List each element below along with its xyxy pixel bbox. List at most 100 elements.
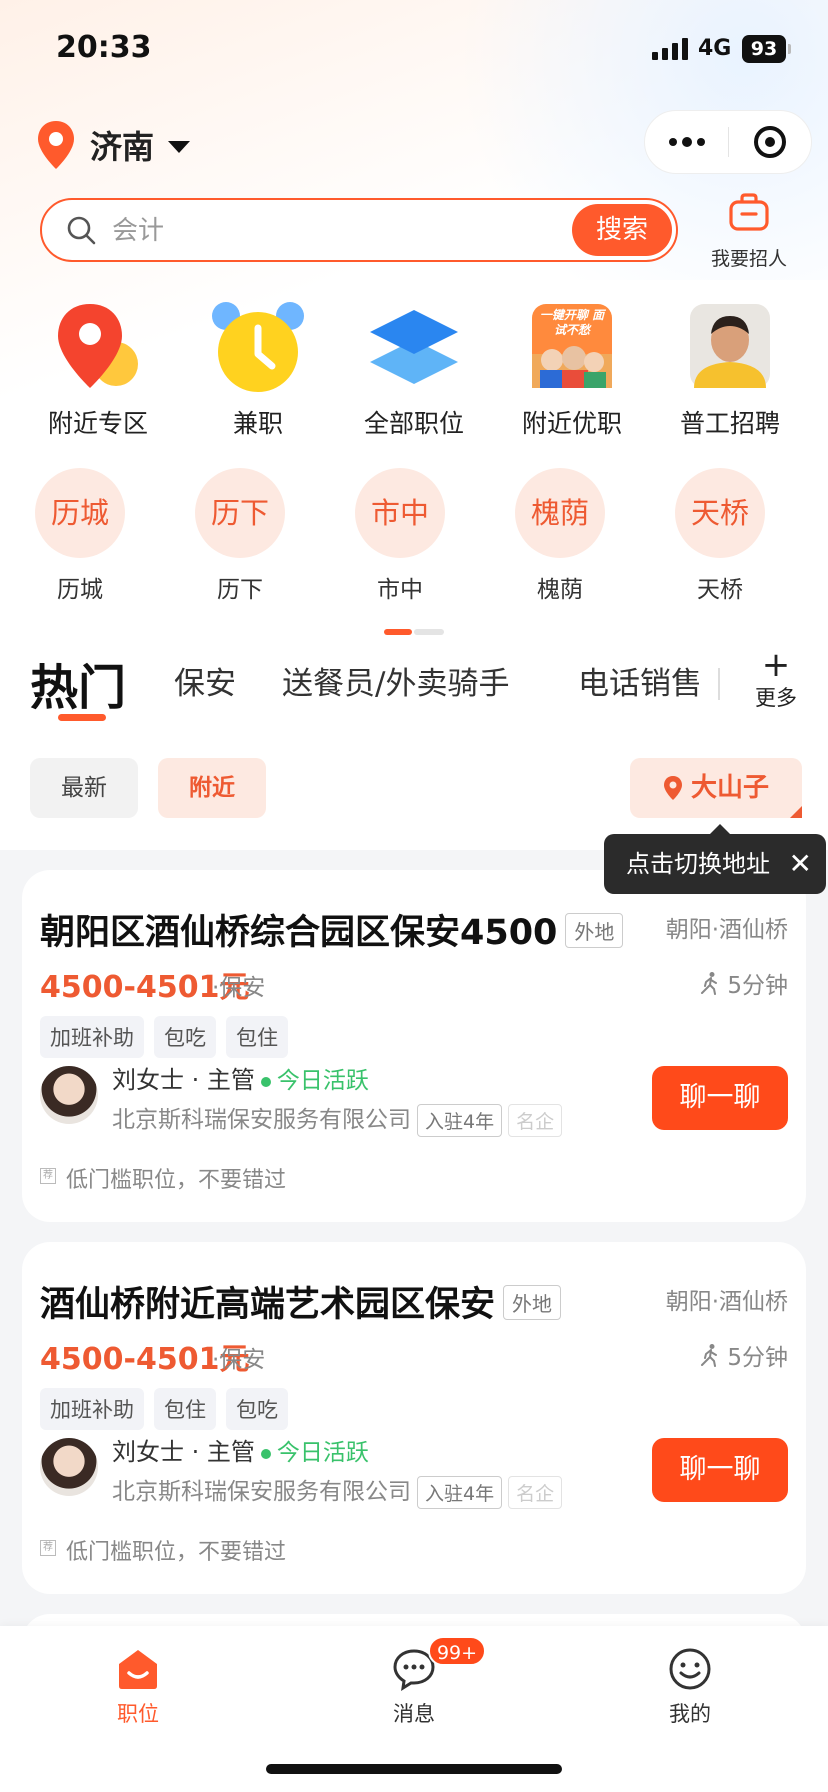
recruiter-info: 刘女士 · 主管 今日活跃 bbox=[112, 1432, 369, 1467]
district-huaiyin[interactable]: 槐荫 槐荫 bbox=[490, 468, 630, 604]
badge-famous: 名企 bbox=[508, 1476, 563, 1509]
job-card[interactable]: 酒仙桥附近高端艺术园区保安 外地 朝阳·酒仙桥 4500-4501元 ·保安 5分… bbox=[22, 1242, 806, 1594]
district-tianqiao[interactable]: 天桥 天桥 bbox=[650, 468, 790, 604]
quick-entry-grid: 附近专区 兼职 全部职位 一键开聊 面试不愁 附近优职 普工招聘 bbox=[0, 300, 828, 450]
job-title: 朝阳区酒仙桥综合园区保安4500 外地 bbox=[40, 904, 624, 955]
tab-delivery[interactable]: 送餐员/外卖骑手 bbox=[282, 658, 509, 703]
recruiter-name: 刘女士 · 主管 bbox=[112, 1066, 255, 1094]
recommend-text: 低门槛职位，不要错过 bbox=[66, 1540, 287, 1565]
location-pin-icon bbox=[48, 300, 148, 396]
entry-nearby-zone[interactable]: 附近专区 bbox=[18, 300, 178, 440]
poster-text: 一键开聊 面试不愁 bbox=[539, 308, 605, 337]
alarm-clock-icon bbox=[208, 300, 308, 396]
district-label: 天桥 bbox=[697, 577, 743, 603]
entry-part-time[interactable]: 兼职 bbox=[178, 300, 338, 440]
nav-jobs[interactable]: 职位 bbox=[78, 1646, 198, 1728]
more-options-icon[interactable] bbox=[645, 110, 728, 174]
close-miniprogram-icon[interactable] bbox=[729, 110, 811, 174]
entry-label: 普工招聘 bbox=[679, 409, 780, 438]
caret-down-icon bbox=[168, 141, 191, 153]
badge-years: 入驻4年 bbox=[417, 1104, 503, 1137]
company-info: 北京斯科瑞保安服务有限公司 入驻4年 名企 bbox=[112, 1472, 563, 1509]
badge-famous: 名企 bbox=[508, 1104, 563, 1137]
entry-general-worker[interactable]: 普工招聘 bbox=[650, 300, 810, 440]
job-tag: 包住 bbox=[154, 1388, 216, 1430]
job-tag: 包吃 bbox=[154, 1016, 216, 1058]
job-tag: 加班补助 bbox=[40, 1388, 144, 1430]
district-label: 市中 bbox=[377, 577, 423, 603]
more-tabs-label: 更多 bbox=[755, 686, 797, 710]
district-label: 历下 bbox=[217, 577, 263, 603]
filter-nearby[interactable]: 附近 bbox=[158, 758, 266, 818]
district-licheng[interactable]: 历城 历城 bbox=[10, 468, 150, 604]
district-lixia[interactable]: 历下 历下 bbox=[170, 468, 310, 604]
battery-tip bbox=[788, 44, 791, 54]
nav-label: 我的 bbox=[669, 1702, 711, 1726]
page-indicator bbox=[384, 629, 444, 635]
city-selector[interactable]: 济南 bbox=[36, 115, 191, 175]
search-input[interactable] bbox=[112, 212, 512, 250]
company-info: 北京斯科瑞保安服务有限公司 入驻4年 名企 bbox=[112, 1100, 563, 1137]
tooltip-text: 点击切换地址 bbox=[626, 850, 770, 878]
entry-label: 兼职 bbox=[232, 409, 283, 438]
briefcase-icon bbox=[729, 193, 769, 231]
job-home-icon bbox=[115, 1646, 161, 1692]
job-tag: 包住 bbox=[226, 1016, 288, 1058]
entry-label: 附近专区 bbox=[47, 409, 148, 438]
more-tabs-button[interactable]: + 更多 bbox=[744, 648, 808, 712]
network-type: 4G bbox=[698, 36, 732, 61]
recruiter-info: 刘女士 · 主管 今日活跃 bbox=[112, 1060, 369, 1095]
job-title-text: 酒仙桥附近高端艺术园区保安 bbox=[40, 1285, 496, 1325]
location-pin-icon bbox=[663, 776, 682, 800]
recruiter-name: 刘女士 · 主管 bbox=[112, 1438, 255, 1466]
nav-label: 职位 bbox=[117, 1702, 159, 1726]
page-dot-active bbox=[384, 629, 412, 635]
entry-all-jobs[interactable]: 全部职位 bbox=[334, 300, 494, 440]
job-card[interactable]: 朝阳区酒仙桥综合园区保安4500 外地 朝阳·酒仙桥 4500-4501元 ·保安… bbox=[22, 870, 806, 1222]
job-tag-outside: 外地 bbox=[565, 912, 624, 948]
job-title: 酒仙桥附近高端艺术园区保安 外地 bbox=[40, 1276, 562, 1327]
job-tag-outside: 外地 bbox=[503, 1284, 562, 1320]
search-bar: 搜索 bbox=[40, 198, 678, 262]
chat-button[interactable]: 聊一聊 bbox=[652, 1066, 788, 1130]
job-tag: 包吃 bbox=[226, 1388, 288, 1430]
job-tags: 加班补助 包吃 包住 bbox=[40, 1016, 288, 1058]
worker-photo-icon bbox=[680, 300, 780, 396]
entry-label: 附近优职 bbox=[521, 409, 622, 438]
avatar bbox=[40, 1066, 98, 1124]
status-time: 20:33 bbox=[56, 30, 152, 65]
filter-latest[interactable]: 最新 bbox=[30, 758, 138, 818]
tab-hot[interactable]: 热门 bbox=[30, 648, 126, 718]
district-circle: 历下 bbox=[195, 468, 285, 558]
district-circle: 历城 bbox=[35, 468, 125, 558]
tab-security[interactable]: 保安 bbox=[174, 658, 236, 703]
avatar bbox=[40, 1438, 98, 1496]
district-circle: 市中 bbox=[355, 468, 445, 558]
chat-button[interactable]: 聊一聊 bbox=[652, 1438, 788, 1502]
job-title-text: 朝阳区酒仙桥综合园区保安4500 bbox=[40, 913, 558, 953]
category-tabs: 热门 保安 送餐员/外卖骑手 电话销售 + 更多 bbox=[0, 648, 828, 728]
job-location: 朝阳·酒仙桥 bbox=[665, 917, 788, 943]
walking-icon bbox=[701, 972, 718, 995]
district-row: 历城 历城 历下 历下 市中 市中 槐荫 槐荫 天桥 天桥 bbox=[0, 468, 828, 608]
search-button[interactable]: 搜索 bbox=[572, 204, 672, 256]
nav-profile[interactable]: 我的 bbox=[630, 1646, 750, 1728]
tab-telesales[interactable]: 电话销售 bbox=[578, 658, 702, 703]
entry-label: 全部职位 bbox=[363, 409, 464, 438]
district-shizhong[interactable]: 市中 市中 bbox=[330, 468, 470, 604]
entry-nearby-good-jobs[interactable]: 一键开聊 面试不愁 附近优职 bbox=[492, 300, 652, 440]
message-count-badge: 99+ bbox=[428, 1636, 486, 1666]
filter-place-label: 大山子 bbox=[690, 773, 769, 803]
close-icon[interactable]: ✕ bbox=[789, 834, 812, 894]
district-circle: 天桥 bbox=[675, 468, 765, 558]
recruit-button[interactable]: 我要招人 bbox=[704, 192, 794, 272]
search-icon bbox=[67, 216, 96, 245]
district-circle: 槐荫 bbox=[515, 468, 605, 558]
plus-icon: + bbox=[761, 645, 791, 685]
job-distance: 5分钟 bbox=[699, 1338, 788, 1372]
recruit-label: 我要招人 bbox=[710, 248, 787, 270]
filter-place[interactable]: 大山子 bbox=[630, 758, 802, 818]
location-pin-icon bbox=[38, 121, 74, 169]
badge-years: 入驻4年 bbox=[417, 1476, 503, 1509]
job-category: ·保安 bbox=[212, 975, 266, 1001]
